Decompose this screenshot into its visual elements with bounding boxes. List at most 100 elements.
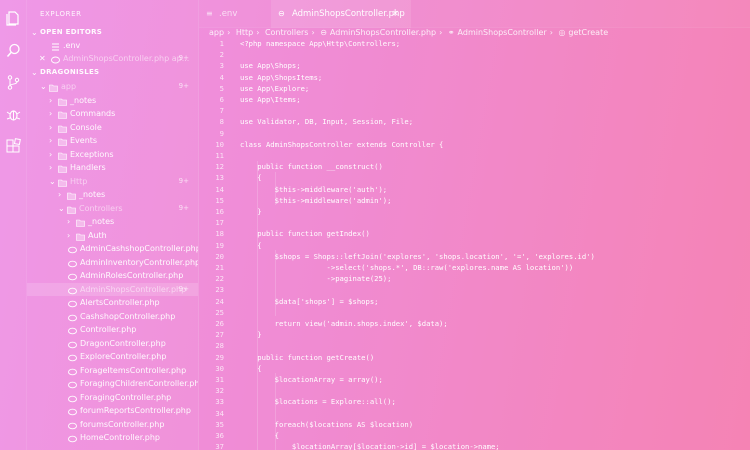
tree-file[interactable]: AdminShopsController.php 9+ xyxy=(27,282,198,296)
extensions-icon[interactable] xyxy=(5,138,22,155)
tree-file[interactable]: DragonController.php xyxy=(27,337,198,351)
debug-icon[interactable] xyxy=(5,106,22,123)
code-line[interactable]: use App\ShopsItems; xyxy=(240,72,322,83)
line-number: 7 xyxy=(219,106,224,116)
tree-folder[interactable]: ⌄ Http 9+ xyxy=(27,175,198,189)
open-editor-item[interactable]: ✕ AdminShopsController.php ap... 9+ xyxy=(27,52,198,66)
breadcrumb-item[interactable]: getCreate xyxy=(568,28,608,37)
source-control-icon[interactable] xyxy=(5,74,22,91)
code-line[interactable]: foreach($locations AS $location) xyxy=(240,419,413,430)
tree-folder[interactable]: › _notes xyxy=(27,215,198,229)
tree-item-label: Http xyxy=(70,176,88,186)
tree-file[interactable]: Controller.php xyxy=(27,323,198,337)
code-line[interactable]: } xyxy=(240,206,261,217)
tree-file[interactable]: AdminRolesController.php xyxy=(27,269,198,283)
tree-item-label: HomeController.php xyxy=(80,433,161,442)
line-number: 5 xyxy=(219,83,224,93)
code-line[interactable]: use App\Shops; xyxy=(240,60,301,71)
tree-folder[interactable]: › _notes xyxy=(27,94,198,108)
code-line[interactable]: $locationArray = array(); xyxy=(240,374,383,385)
tab-env[interactable]: ≡ .env xyxy=(199,0,271,28)
tree-item-label: AdminRolesController.php xyxy=(80,271,184,280)
code-line[interactable]: { xyxy=(240,363,261,374)
problem-badge: 9+ xyxy=(178,176,189,185)
code-line[interactable]: $this->middleware('auth'); xyxy=(240,184,388,195)
breadcrumb-item[interactable]: AdminShopsController xyxy=(458,28,547,37)
code-line[interactable]: $shops = Shops::leftJoin('explores', 'sh… xyxy=(240,251,595,262)
close-icon[interactable]: ✕ xyxy=(392,0,399,28)
code-line[interactable]: <?php namespace App\Http\Controllers; xyxy=(240,38,400,49)
tree-folder[interactable]: › _notes xyxy=(27,188,198,202)
chevron-down-icon: ⌄ xyxy=(31,68,38,77)
tree-file[interactable]: ForagingController.php xyxy=(27,391,198,405)
tree-item-label: AlertsController.php xyxy=(80,298,160,307)
tree-item-label: Console xyxy=(70,122,102,132)
tree-file[interactable]: ForagingChildrenController.php xyxy=(27,377,198,391)
tree-folder[interactable]: ⌄ app 9+ xyxy=(27,80,198,94)
chevron-down-icon: ⌄ xyxy=(40,82,47,91)
tree-file[interactable]: ExploreController.php xyxy=(27,350,198,364)
php-file-icon xyxy=(68,259,77,267)
line-number: 34 xyxy=(215,408,224,418)
chevron-right-icon: › xyxy=(67,217,71,226)
folder-icon xyxy=(67,205,76,214)
tree-folder[interactable]: › Auth xyxy=(27,229,198,243)
tree-file[interactable]: AlertsController.php xyxy=(27,296,198,310)
code-line[interactable]: public function __construct() xyxy=(240,161,383,172)
code-line[interactable]: ->paginate(25); xyxy=(240,273,392,284)
line-number: 27 xyxy=(215,330,224,340)
code-line[interactable]: use Validator, DB, Input, Session, File; xyxy=(240,116,413,127)
tree-folder[interactable]: › Events xyxy=(27,134,198,148)
php-file-icon xyxy=(68,286,77,294)
files-icon[interactable] xyxy=(5,10,22,27)
code-line[interactable]: ->select('shops.*', DB::raw('explores.na… xyxy=(240,262,574,273)
code-line[interactable]: { xyxy=(240,172,261,183)
code-line[interactable]: class AdminShopsController extends Contr… xyxy=(240,139,443,150)
tab-adminshopscontroller[interactable]: ⊖ AdminShopsController.php ✕ xyxy=(271,0,411,28)
code-line[interactable]: $this->middleware('admin'); xyxy=(240,195,392,206)
tree-folder[interactable]: › Exceptions xyxy=(27,148,198,162)
close-icon[interactable]: ✕ xyxy=(39,52,46,66)
tree-file[interactable]: forumsController.php xyxy=(27,418,198,432)
tree-file[interactable]: HomeController.php xyxy=(27,431,198,445)
line-number: 20 xyxy=(215,251,224,261)
tree-folder[interactable]: ⌄ Controllers 9+ xyxy=(27,202,198,216)
code-line[interactable]: use App\Items; xyxy=(240,94,301,105)
line-number: 25 xyxy=(215,307,224,317)
breadcrumb-item[interactable]: app xyxy=(209,28,224,37)
search-icon[interactable] xyxy=(5,42,22,59)
code-line[interactable]: { xyxy=(240,240,261,251)
tree-file[interactable]: CashshopController.php xyxy=(27,310,198,324)
open-editors-section[interactable]: ⌄ OPEN EDITORS xyxy=(27,26,198,40)
tree-folder[interactable]: › Console xyxy=(27,121,198,135)
problem-badge: 9+ xyxy=(178,82,189,90)
breadcrumb-item[interactable]: Controllers xyxy=(265,28,309,37)
tree-folder[interactable]: › Commands xyxy=(27,107,198,121)
code-line[interactable]: $data['shops'] = $shops; xyxy=(240,296,379,307)
breadcrumb-item[interactable]: AdminShopsController.php xyxy=(330,28,436,37)
settings-file-icon: ≡ xyxy=(206,9,213,18)
line-number: 31 xyxy=(215,375,224,384)
tree-file[interactable]: AdminCashshopController.php xyxy=(27,242,198,256)
code-line[interactable]: } xyxy=(240,329,261,340)
php-file-icon xyxy=(68,313,77,321)
line-number: 17 xyxy=(215,218,224,228)
code-line[interactable]: use App\Explore; xyxy=(240,83,309,94)
line-number: 14 xyxy=(215,184,224,194)
tree-folder[interactable]: › Handlers xyxy=(27,161,198,175)
project-section[interactable]: ⌄ DRAGONISLES xyxy=(27,66,198,80)
code-line[interactable]: $locations = Explore::all(); xyxy=(240,396,396,407)
tree-file[interactable]: ForageItemsController.php xyxy=(27,364,198,378)
code-line[interactable]: { xyxy=(240,430,279,441)
code-line[interactable]: return view('admin.shops.index', $data); xyxy=(240,318,448,329)
breadcrumb-item[interactable]: Http xyxy=(236,28,253,37)
php-file-icon xyxy=(68,421,77,429)
tree-file[interactable]: forumReportsController.php xyxy=(27,404,198,418)
code-editor[interactable]: <?php namespace App\Http\Controllers; use… xyxy=(240,38,750,450)
code-line[interactable]: public function getCreate() xyxy=(240,352,374,363)
open-editor-item[interactable]: .env xyxy=(27,39,198,53)
code-line[interactable]: $locationArray[$location->id] = $locatio… xyxy=(240,441,500,450)
code-line[interactable]: public function getIndex() xyxy=(240,228,370,239)
tree-file[interactable]: AdminInventoryController.php xyxy=(27,256,198,270)
line-number: 2 xyxy=(219,50,224,60)
